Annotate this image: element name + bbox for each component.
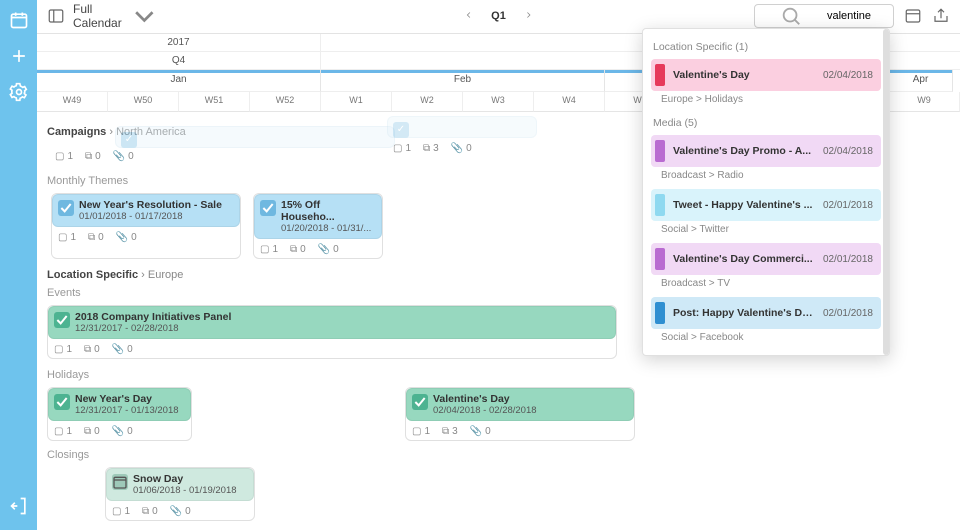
checkbox-icon[interactable]: [54, 312, 70, 328]
week-cell[interactable]: W52: [250, 92, 321, 112]
result-date: 02/01/2018: [823, 200, 873, 211]
exit-icon[interactable]: [9, 496, 29, 516]
layout-icon[interactable]: [904, 7, 922, 25]
dropdown-group-label: Media (5): [643, 113, 889, 135]
links-count: ⧉ 0: [85, 151, 101, 162]
result-date: 02/04/2018: [823, 70, 873, 81]
result-date: 02/01/2018: [823, 254, 873, 265]
week-cell[interactable]: W9: [889, 92, 960, 112]
search-icon: [761, 5, 821, 27]
left-rail: [0, 0, 37, 530]
search-result-item[interactable]: Tweet - Happy Valentine's ... 02/01/2018: [651, 189, 881, 221]
period-label: Q1: [491, 10, 506, 22]
result-date: 02/01/2018: [823, 308, 873, 319]
campaign-card-faded[interactable]: ✓: [115, 126, 395, 148]
search-result-item[interactable]: Post: Happy Valentine's Da... 02/01/2018: [651, 297, 881, 329]
result-title: Valentine's Day Promo - A...: [673, 145, 815, 157]
card-container: 15% Off Househo... 01/20/2018 - 01/31/..…: [253, 193, 383, 259]
result-breadcrumb: Europe > Holidays: [661, 94, 871, 105]
plus-icon[interactable]: [9, 46, 29, 66]
theme-card-nyresolution[interactable]: New Year's Resolution - Sale 01/01/2018 …: [52, 194, 240, 227]
sidebar-toggle-icon[interactable]: [47, 7, 65, 25]
search-result-item[interactable]: Valentine's Day Commerci... 02/01/2018: [651, 243, 881, 275]
section-header[interactable]: Closings: [47, 449, 952, 461]
checkbox-icon[interactable]: [412, 394, 428, 410]
search-result-item[interactable]: Valentine's Day 02/04/2018: [651, 59, 881, 91]
holiday-card-nyday[interactable]: New Year's Day 12/31/2017 - 01/13/2018: [48, 388, 191, 421]
holiday-card-vday[interactable]: Valentine's Day 02/04/2018 - 02/28/2018: [406, 388, 634, 421]
checkbox-icon[interactable]: [260, 200, 276, 216]
view-selector[interactable]: Full Calendar: [73, 0, 160, 33]
week-cell[interactable]: W1: [321, 92, 392, 112]
checkbox-icon[interactable]: ✓: [393, 122, 409, 138]
search-result-item[interactable]: Valentine's Day Promo - A... 02/04/2018: [651, 135, 881, 167]
card-container: Valentine's Day 02/04/2018 - 02/28/2018 …: [405, 387, 635, 441]
checkbox-icon[interactable]: ✓: [121, 132, 137, 148]
result-title: Tweet - Happy Valentine's ...: [673, 199, 815, 211]
theme-card-household[interactable]: 15% Off Househo... 01/20/2018 - 01/31/..…: [254, 194, 382, 239]
week-cell[interactable]: W51: [179, 92, 250, 112]
result-breadcrumb: Social > Facebook: [661, 332, 871, 343]
main-area: Full Calendar Q1 2017 Q4: [37, 0, 960, 530]
week-cell[interactable]: W2: [392, 92, 463, 112]
search-input-wrap[interactable]: [754, 4, 894, 28]
color-swatch: [655, 140, 665, 162]
section-header[interactable]: Holidays: [47, 369, 952, 381]
card-container: Snow Day 01/06/2018 - 01/19/2018 ▢ 1⧉ 0📎…: [105, 467, 255, 521]
year-label: 2017: [37, 34, 321, 51]
result-title: Valentine's Day: [673, 69, 815, 81]
attach-count: 📎 0: [113, 151, 134, 162]
next-period-button[interactable]: [524, 10, 534, 23]
meta-strip: ▢ 1 ⧉ 3 📎 0: [387, 140, 537, 157]
card-container: 2018 Company Initiatives Panel 12/31/201…: [47, 305, 617, 359]
color-swatch: [655, 64, 665, 86]
month-cell[interactable]: Feb: [321, 70, 605, 92]
color-swatch: [655, 194, 665, 216]
week-cell[interactable]: W50: [108, 92, 179, 112]
card-container: New Year's Day 12/31/2017 - 01/13/2018 ▢…: [47, 387, 192, 441]
prev-period-button[interactable]: [463, 10, 473, 23]
card-container: New Year's Resolution - Sale 01/01/2018 …: [51, 193, 241, 259]
week-cell[interactable]: W49: [37, 92, 108, 112]
campaign-card-faded[interactable]: ✓: [387, 116, 537, 138]
color-swatch: [655, 302, 665, 324]
dropdown-group-label: Location Specific (1): [643, 37, 889, 59]
result-title: Post: Happy Valentine's Da...: [673, 307, 815, 319]
search-input[interactable]: [827, 10, 887, 22]
search-results-dropdown: Location Specific (1) Valentine's Day 02/0…: [642, 28, 890, 356]
result-date: 02/04/2018: [823, 146, 873, 157]
calendar-icon: [112, 474, 128, 490]
color-swatch: [655, 248, 665, 270]
period-nav: Q1: [463, 10, 534, 23]
closing-card-snow[interactable]: Snow Day 01/06/2018 - 01/19/2018: [106, 468, 254, 501]
share-icon[interactable]: [932, 7, 950, 25]
month-cell[interactable]: Apr: [889, 70, 953, 92]
result-title: Valentine's Day Commerci...: [673, 253, 815, 265]
checkbox-icon[interactable]: [54, 394, 70, 410]
result-breadcrumb: Social > Twitter: [661, 224, 871, 235]
calendar-icon[interactable]: [9, 10, 29, 30]
view-label: Full Calendar: [73, 2, 122, 30]
docs-count: ▢ 1: [55, 151, 73, 162]
event-card-initiatives-eu[interactable]: 2018 Company Initiatives Panel 12/31/201…: [48, 306, 616, 339]
gear-icon[interactable]: [9, 82, 29, 102]
week-cell[interactable]: W4: [534, 92, 605, 112]
month-cell[interactable]: Jan: [37, 70, 321, 92]
result-breadcrumb: Broadcast > TV: [661, 278, 871, 289]
week-cell[interactable]: W3: [463, 92, 534, 112]
quarter-label: Q4: [37, 52, 321, 69]
result-breadcrumb: Broadcast > Radio: [661, 170, 871, 181]
checkbox-icon[interactable]: [58, 200, 74, 216]
